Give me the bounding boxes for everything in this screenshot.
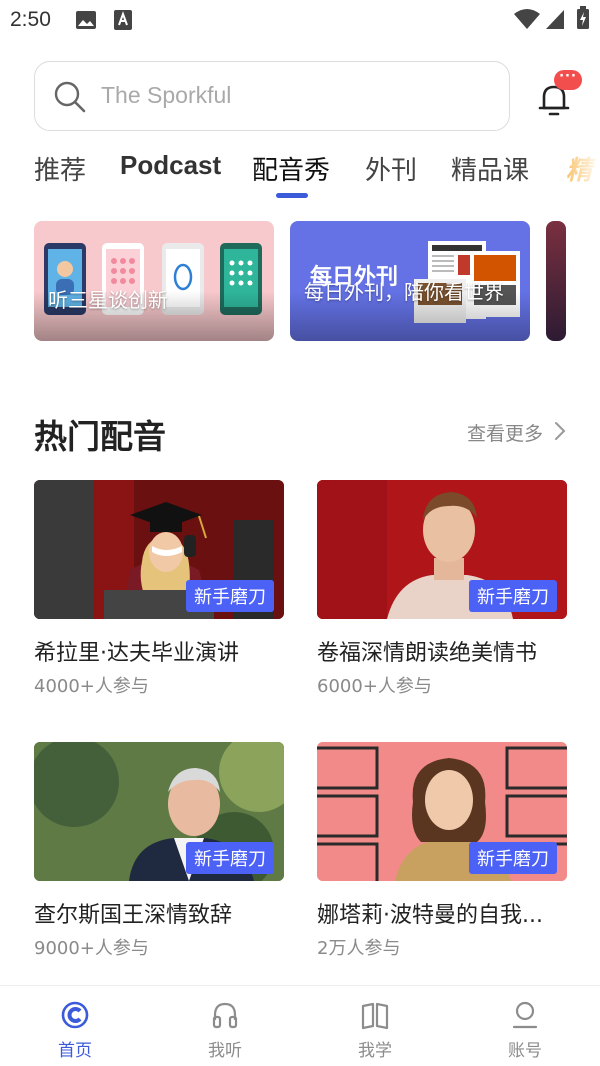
card-participants: 2万人参与 — [317, 938, 401, 959]
card-participants: 4000+人参与 — [34, 676, 149, 697]
banner-partial[interactable] — [546, 221, 566, 341]
tab-recommend[interactable]: 推荐 — [34, 150, 86, 187]
banner-title: 听三星谈创新 — [48, 288, 168, 312]
tab-podcast[interactable]: Podcast — [120, 150, 221, 181]
see-more-link[interactable]: 查看更多 — [467, 419, 543, 446]
tab-dubbing[interactable]: 配音秀 — [252, 150, 330, 187]
nav-label: 首页 — [58, 1041, 92, 1061]
search-icon — [54, 81, 86, 113]
card-thumbnail: 新手磨刀 — [317, 742, 567, 881]
headphones-icon — [212, 1002, 238, 1029]
chevron-right-icon[interactable] — [552, 420, 568, 442]
banner-daily-press[interactable]: 每日外刊 每日外刊，陪你看世界 — [290, 221, 530, 341]
section-title: 热门配音 — [34, 417, 166, 456]
card-title: 娜塔莉·波特曼的自我... — [317, 903, 543, 928]
signal-icon — [546, 10, 564, 29]
card-title: 查尔斯国王深情致辞 — [34, 903, 233, 928]
status-time: 2:50 — [10, 8, 51, 31]
phones-illustration — [34, 243, 274, 341]
nav-learn[interactable]: 我学 — [335, 1000, 415, 1061]
search-placeholder: The Sporkful — [101, 82, 232, 108]
notification-badge: ··· — [554, 70, 582, 90]
tab-foreign-press[interactable]: 外刊 — [365, 150, 417, 187]
gallery-icon — [76, 11, 96, 29]
status-bar: 2:50 — [0, 0, 600, 40]
keyboard-app-icon — [114, 10, 132, 30]
card-thumbnail: 新手磨刀 — [34, 480, 284, 619]
account-icon — [512, 1001, 538, 1029]
battery-icon — [577, 6, 589, 29]
nav-label: 我听 — [208, 1041, 242, 1061]
card-title: 希拉里·达夫毕业演讲 — [34, 641, 239, 666]
banner-samsung[interactable]: 听三星谈创新 — [34, 221, 274, 341]
card-thumbnail: 新手磨刀 — [34, 742, 284, 881]
card-participants: 6000+人参与 — [317, 676, 432, 697]
nav-account[interactable]: 账号 — [485, 1000, 565, 1061]
difficulty-badge: 新手磨刀 — [186, 580, 274, 612]
card-title: 卷福深情朗读绝美情书 — [317, 641, 538, 666]
card-participants: 9000+人参与 — [34, 938, 149, 959]
banner-title: 每日外刊，陪你看世界 — [304, 280, 504, 304]
difficulty-badge: 新手磨刀 — [469, 580, 557, 612]
notification-button[interactable]: ··· — [536, 70, 584, 118]
bottom-navigation: 首页 我听 我学 账号 — [0, 985, 600, 1066]
nav-label: 账号 — [508, 1041, 542, 1061]
difficulty-badge: 新手磨刀 — [469, 842, 557, 874]
nav-listen[interactable]: 我听 — [185, 1000, 265, 1061]
tabs-fade — [550, 146, 600, 202]
wifi-icon — [514, 9, 540, 29]
home-icon — [61, 1001, 89, 1029]
search-input[interactable]: The Sporkful — [34, 61, 510, 131]
book-icon — [361, 1002, 389, 1030]
card-thumbnail: 新手磨刀 — [317, 480, 567, 619]
nav-home[interactable]: 首页 — [35, 1000, 115, 1061]
difficulty-badge: 新手磨刀 — [186, 842, 274, 874]
category-tabs: 推荐 Podcast 配音秀 外刊 精品课 精 — [0, 146, 600, 202]
tab-premium-course[interactable]: 精品课 — [451, 150, 529, 187]
nav-label: 我学 — [358, 1041, 392, 1061]
active-tab-indicator — [276, 193, 308, 198]
